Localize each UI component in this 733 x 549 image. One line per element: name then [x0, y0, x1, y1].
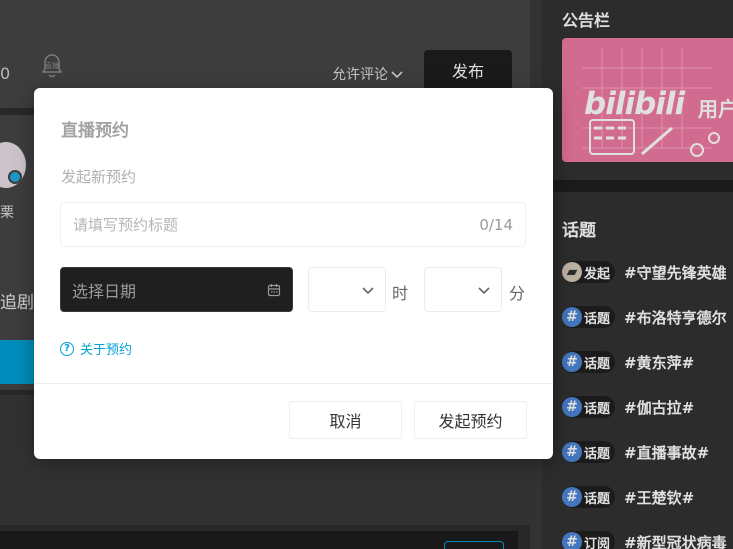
modal-title: 直播预约: [61, 121, 129, 141]
modal-divider: [34, 383, 553, 384]
date-picker-placeholder: 选择日期: [72, 281, 137, 301]
reservation-title-input[interactable]: [73, 215, 480, 234]
minute-select[interactable]: [424, 267, 502, 312]
question-circle-icon: ?: [60, 341, 74, 356]
cancel-button[interactable]: 取消: [289, 401, 402, 439]
modal-subtitle: 发起新预约: [61, 168, 137, 186]
hour-unit-label: 时: [392, 284, 409, 303]
calendar-icon: [267, 283, 281, 296]
date-picker[interactable]: 选择日期: [60, 267, 293, 312]
chevron-down-icon: [478, 286, 490, 294]
about-reservation-label: 关于预约: [80, 343, 133, 358]
minute-unit-label: 分: [509, 284, 526, 303]
about-reservation-link[interactable]: ? 关于预约: [60, 339, 132, 358]
title-char-count: 0/14: [479, 215, 513, 234]
hour-select[interactable]: [308, 267, 386, 312]
live-reservation-modal: 直播预约 发起新预约 0/14 选择日期 时 分 ? 关于预约 取消 发起预约: [34, 88, 553, 459]
confirm-reservation-button[interactable]: 发起预约: [414, 401, 527, 439]
reservation-title-field[interactable]: 0/14: [60, 202, 526, 247]
chevron-down-icon: [362, 286, 374, 294]
